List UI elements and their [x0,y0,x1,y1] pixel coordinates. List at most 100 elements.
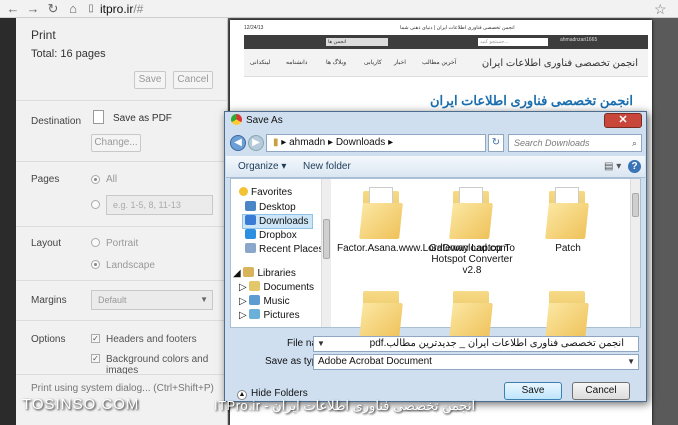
save-as-dialog: Save As ✕ ◀ ▶ ▮ ▸ ahmadn ▸ Downloads ▸ ↻… [224,111,647,402]
tree-label: Dropbox [259,230,297,241]
file-name-label[interactable]: Patch [523,243,613,254]
close-button[interactable]: ✕ [604,113,642,128]
cancel-button[interactable]: Cancel [572,382,630,400]
dropbox-icon [245,229,256,239]
margins-value: Default [98,295,127,305]
tree-favorites[interactable]: Favorites [239,187,292,199]
new-folder-button[interactable]: New folder [303,161,351,172]
pdf-file-icon [93,110,104,124]
tree-downloads[interactable]: Downloads [242,214,314,229]
music-icon [249,295,261,305]
background-checkbox[interactable]: ✓ [91,354,100,363]
back-arrow-icon[interactable]: ← [6,2,20,16]
total-pages-text: Total: 16 pages [31,48,106,60]
layout-label: Layout [31,238,62,249]
page-date: 12/24/13 [244,25,264,31]
site-nav-item: وبلاگ ها [326,60,347,66]
refresh-icon[interactable]: ↻ [488,134,504,152]
address-bar[interactable]: itpro.ir/# [100,1,143,17]
libraries-icon [243,267,255,277]
options-label: Options [31,334,66,345]
divider [16,374,228,375]
file-name-input[interactable]: انجمن تخصصی فناوری اطلاعات ایران _ جدیدت… [313,336,639,352]
print-save-button[interactable]: Save [134,71,166,89]
tree-music[interactable]: ▷ Music [239,295,290,308]
change-destination-button[interactable]: Change... [91,134,141,152]
site-nav-item: اخبار [394,60,406,66]
recent-places-icon [245,243,256,253]
dialog-title-bar: Save As [227,114,283,128]
folder-icon[interactable] [545,287,589,339]
pictures-icon [249,309,261,319]
file-name-label[interactable]: Factor.Asana.www.LordDownload.com [337,243,509,254]
file-browser: Favorites Desktop Downloads Dropbox Rece… [230,178,641,339]
headers-footers-checkbox[interactable]: ✓ [91,334,100,343]
chevron-down-icon[interactable]: ▼ [317,337,325,351]
home-icon[interactable]: ⌂ [66,2,80,16]
print-title: Print [31,28,56,42]
site-search: جستجو کنید... [478,38,548,46]
chevron-down-icon: ▼ [627,357,635,366]
tree-label: Pictures [263,310,300,321]
margins-select[interactable]: Default ▼ [91,290,213,310]
tree-documents[interactable]: ▷ Documents [239,281,314,294]
site-nav-item: آخرین مطالب [422,60,457,66]
downloads-icon [245,215,256,225]
forward-arrow-icon[interactable]: → [26,2,40,16]
forward-arrow-icon[interactable]: ▶ [248,135,264,151]
bookmark-star-icon[interactable]: ☆ [654,1,667,18]
scrollbar-thumb[interactable] [632,193,639,217]
destination-value: Save as PDF [113,113,172,124]
pages-range-input[interactable]: e.g. 1-5, 8, 11-13 [106,195,213,215]
folder-icon[interactable] [359,287,403,339]
chevron-down-icon: ▼ [200,295,208,304]
system-dialog-link[interactable]: Print using system dialog... (Ctrl+Shift… [31,383,214,394]
folder-icon: ▮ [273,137,279,148]
print-settings-panel: Print Total: 16 pages Save Cancel Destin… [16,18,228,425]
files-scrollbar[interactable] [630,179,640,327]
divider [16,100,228,101]
portrait-radio[interactable] [91,238,100,247]
site-nav-bar: لینکدانی دانشنامه وبلاگ ها کاریابی اخبار… [244,49,648,77]
desktop-icon [245,201,256,211]
tree-label: Documents [263,282,315,293]
file-name-label[interactable]: Gateway Laptop To Hotspot Converter v2.8 [427,243,517,276]
tree-label: Libraries [257,268,296,279]
view-options-icon[interactable]: ▤ ▾ [604,161,621,172]
pages-custom-radio[interactable] [91,200,100,209]
tree-scrollbar[interactable] [321,179,331,327]
organize-menu[interactable]: Organize ▾ [238,161,286,172]
reload-icon[interactable]: ↻ [46,2,60,16]
tree-pictures[interactable]: ▷ Pictures [239,309,300,322]
crumb-user[interactable]: ahmadn [289,137,325,148]
pages-label: Pages [31,174,60,185]
browser-toolbar: ← → ↻ ⌂ ▯ itpro.ir/# ☆ [0,0,678,18]
folder-icon[interactable] [449,287,493,339]
tree-desktop[interactable]: Desktop [245,201,296,214]
save-type-value: Adobe Acrobat Document [318,356,432,367]
scrollbar-thumb[interactable] [323,219,330,259]
crumb-downloads[interactable]: Downloads [336,137,385,148]
folder-icon[interactable] [545,187,589,239]
address-row: ◀ ▶ ▮ ▸ ahmadn ▸ Downloads ▸ ↻ Search Do… [230,133,643,153]
pages-all-radio[interactable] [91,175,100,184]
help-icon[interactable]: ? [628,160,641,173]
search-icon: ⌕ [631,138,637,148]
back-arrow-icon[interactable]: ◀ [230,135,246,151]
save-button[interactable]: Save [504,382,562,400]
site-dropdown: انجمن ها [326,38,388,46]
tree-libraries[interactable]: ◢ Libraries [233,267,296,280]
search-input[interactable]: Search Downloads ⌕ [508,134,642,152]
save-type-select[interactable]: Adobe Acrobat Document ▼ [313,354,639,370]
folder-icon[interactable] [449,187,493,239]
site-name: انجمن تخصصی فناوری اطلاعات ایران [481,58,638,69]
landscape-radio[interactable] [91,260,100,269]
folder-icon[interactable] [359,187,403,239]
tree-recent[interactable]: Recent Places [245,243,323,256]
print-cancel-button[interactable]: Cancel [173,71,213,89]
navigation-pane: Favorites Desktop Downloads Dropbox Rece… [231,179,331,327]
breadcrumb[interactable]: ▮ ▸ ahmadn ▸ Downloads ▸ [266,134,486,152]
divider [16,161,228,162]
tree-dropbox[interactable]: Dropbox [245,229,297,242]
tree-label: Favorites [251,187,293,198]
